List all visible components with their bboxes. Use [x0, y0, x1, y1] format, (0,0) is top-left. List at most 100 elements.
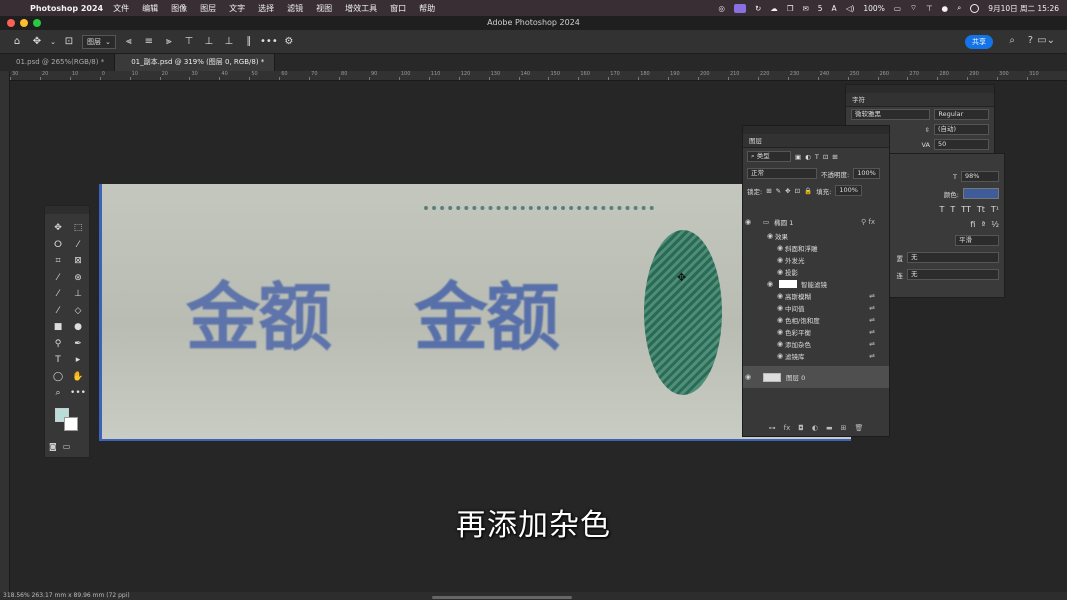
- path-select-tool-icon[interactable]: ▸: [68, 352, 88, 369]
- faux-italic-icon[interactable]: T: [950, 205, 955, 214]
- filter-row-gaussian-blur[interactable]: ◉ 高斯模糊 ⇌: [743, 290, 889, 302]
- visibility-eye-icon[interactable]: ◉: [775, 328, 785, 336]
- tab-01-psd[interactable]: 01.psd @ 265%(RGB/8) *: [0, 54, 116, 71]
- superscript-icon[interactable]: T¹: [991, 205, 999, 214]
- cloud-icon[interactable]: ☁: [770, 4, 778, 13]
- filter-row-add-noise[interactable]: ◉ 添加杂色 ⇌: [743, 338, 889, 350]
- volume-icon[interactable]: ◁): [846, 4, 855, 13]
- document-image[interactable]: 金额 金额: [99, 184, 851, 441]
- app-status-icon[interactable]: [733, 3, 746, 13]
- bookmark-icon[interactable]: ❐: [787, 4, 794, 13]
- close-window-button[interactable]: [7, 19, 15, 27]
- frame-tool-icon[interactable]: ⊠: [68, 253, 88, 270]
- font-family-field[interactable]: 微软雅黑: [851, 109, 931, 120]
- menu-layer[interactable]: 图层: [200, 3, 216, 14]
- home-icon[interactable]: ⌂: [10, 35, 24, 49]
- panel-grip[interactable]: [743, 126, 889, 134]
- brush-tool-icon[interactable]: ⁄: [48, 286, 68, 303]
- align-center-icon[interactable]: ≡: [142, 35, 156, 49]
- wechat-icon[interactable]: ✉: [802, 4, 808, 13]
- user-icon[interactable]: ●: [942, 4, 949, 13]
- character-panel-title[interactable]: 字符: [846, 93, 994, 107]
- background-color-swatch[interactable]: [64, 417, 78, 431]
- settings-gear-icon[interactable]: ⚙: [282, 35, 296, 49]
- stamp-tool-icon[interactable]: ⊥: [68, 286, 88, 303]
- chevron-down-icon[interactable]: ⌄: [50, 35, 56, 49]
- visibility-eye-icon[interactable]: ◉: [775, 352, 785, 360]
- eyedropper-tool-icon[interactable]: ⁄: [48, 270, 68, 287]
- menu-image[interactable]: 图像: [171, 3, 187, 14]
- search-icon[interactable]: ⌕: [957, 3, 961, 13]
- visibility-eye-icon[interactable]: ◉: [743, 373, 753, 381]
- leading-field[interactable]: (自动): [934, 124, 989, 135]
- app-name-menu[interactable]: Photoshop 2024: [30, 4, 103, 13]
- history-brush-tool-icon[interactable]: ⁄: [48, 303, 68, 320]
- visibility-eye-icon[interactable]: ◉: [765, 280, 775, 288]
- input-method-icon[interactable]: A: [832, 4, 837, 13]
- opacity-field[interactable]: 100%: [853, 168, 880, 179]
- menubar-datetime[interactable]: 9月10日 周二 15:26: [988, 3, 1059, 14]
- menu-file[interactable]: 文件: [113, 3, 129, 14]
- layer-row-ellipse[interactable]: ◉ ▭ 椭圆 1 ⚲ fx: [743, 214, 889, 230]
- smart-filters-row[interactable]: ◉ 智能滤镜: [743, 278, 889, 290]
- search-icon[interactable]: ⌕: [1009, 35, 1015, 46]
- blend-mode-dropdown[interactable]: 正常: [747, 168, 817, 179]
- marquee-tool-icon[interactable]: ⬚: [68, 220, 88, 237]
- effect-row-drop-shadow[interactable]: ◉ 投影: [743, 266, 889, 278]
- visibility-eye-icon[interactable]: ◉: [775, 268, 785, 276]
- lock-artboard-icon[interactable]: ⊡: [795, 187, 800, 195]
- new-group-icon[interactable]: ▬: [826, 424, 833, 432]
- type-tool-icon[interactable]: T: [48, 352, 68, 369]
- filter-row-hue-sat[interactable]: ◉ 色相/饱和度 ⇌: [743, 314, 889, 326]
- filter-smart-icon[interactable]: ⊞: [832, 153, 837, 161]
- workspace-icon[interactable]: ▭⌄: [1037, 35, 1055, 46]
- delete-layer-icon[interactable]: 🗑: [854, 424, 863, 432]
- menu-help[interactable]: 帮助: [419, 3, 435, 14]
- horizontal-scrollbar[interactable]: [432, 596, 572, 599]
- distribute-icon[interactable]: ∥: [242, 35, 256, 49]
- filter-row-median[interactable]: ◉ 中间值 ⇌: [743, 302, 889, 314]
- filter-pixel-icon[interactable]: ▣: [795, 153, 801, 161]
- vertical-scale-field[interactable]: 98%: [961, 171, 999, 182]
- visibility-eye-icon[interactable]: ◉: [765, 232, 775, 240]
- auto-select-icon[interactable]: ⊡: [62, 35, 76, 49]
- fraction-icon[interactable]: ½: [991, 220, 999, 229]
- font-style-field[interactable]: Regular: [934, 109, 989, 120]
- eraser-tool-icon[interactable]: ◇: [68, 303, 88, 320]
- ellipse-tool-icon[interactable]: ◯: [48, 369, 68, 386]
- visibility-eye-icon[interactable]: ◉: [775, 340, 785, 348]
- visibility-eye-icon[interactable]: ◉: [743, 218, 753, 226]
- visibility-eye-icon[interactable]: ◉: [775, 256, 785, 264]
- filter-options-icon[interactable]: ⇌: [869, 340, 875, 348]
- dodge-tool-icon[interactable]: ⚲: [48, 336, 68, 353]
- para-field-a[interactable]: 无: [907, 252, 999, 263]
- filter-options-icon[interactable]: ⇌: [869, 292, 875, 300]
- minimize-window-button[interactable]: [20, 19, 28, 27]
- menu-edit[interactable]: 编辑: [142, 3, 158, 14]
- tab-01-copy-psd[interactable]: 01_副本.psd @ 319% (图层 0, RGB/8) *: [115, 54, 276, 71]
- lock-position-icon[interactable]: ✥: [785, 187, 790, 195]
- smart-filter-mask-thumb[interactable]: [779, 280, 797, 288]
- visibility-eye-icon[interactable]: ◉: [775, 244, 785, 252]
- add-mask-icon[interactable]: ◘: [798, 424, 804, 432]
- filter-options-icon[interactable]: ⇌: [869, 304, 875, 312]
- crop-tool-icon[interactable]: ⌗: [48, 253, 68, 270]
- align-left-icon[interactable]: ⫷: [122, 35, 136, 49]
- lasso-tool-icon[interactable]: ⵔ: [48, 237, 68, 254]
- adjustment-layer-icon[interactable]: ◐: [812, 424, 818, 432]
- lock-image-icon[interactable]: ✎: [776, 187, 781, 195]
- filter-options-icon[interactable]: ⇌: [869, 328, 875, 336]
- screen-record-icon[interactable]: ◎: [718, 4, 725, 13]
- control-center-icon[interactable]: [970, 3, 980, 13]
- new-layer-icon[interactable]: ⊞: [841, 424, 847, 432]
- battery-icon[interactable]: ▭: [894, 4, 901, 13]
- menu-filter[interactable]: 滤镜: [287, 3, 303, 14]
- visibility-eye-icon[interactable]: ◉: [775, 304, 785, 312]
- antialias-field[interactable]: 平滑: [955, 235, 999, 246]
- faux-bold-icon[interactable]: T: [939, 205, 944, 214]
- gradient-tool-icon[interactable]: ■: [48, 319, 68, 336]
- tracking-field[interactable]: 50: [934, 139, 989, 150]
- filter-adjust-icon[interactable]: ◐: [805, 153, 811, 161]
- help-icon[interactable]: ?: [1028, 35, 1033, 46]
- effects-group-row[interactable]: ◉ 效果: [743, 230, 889, 242]
